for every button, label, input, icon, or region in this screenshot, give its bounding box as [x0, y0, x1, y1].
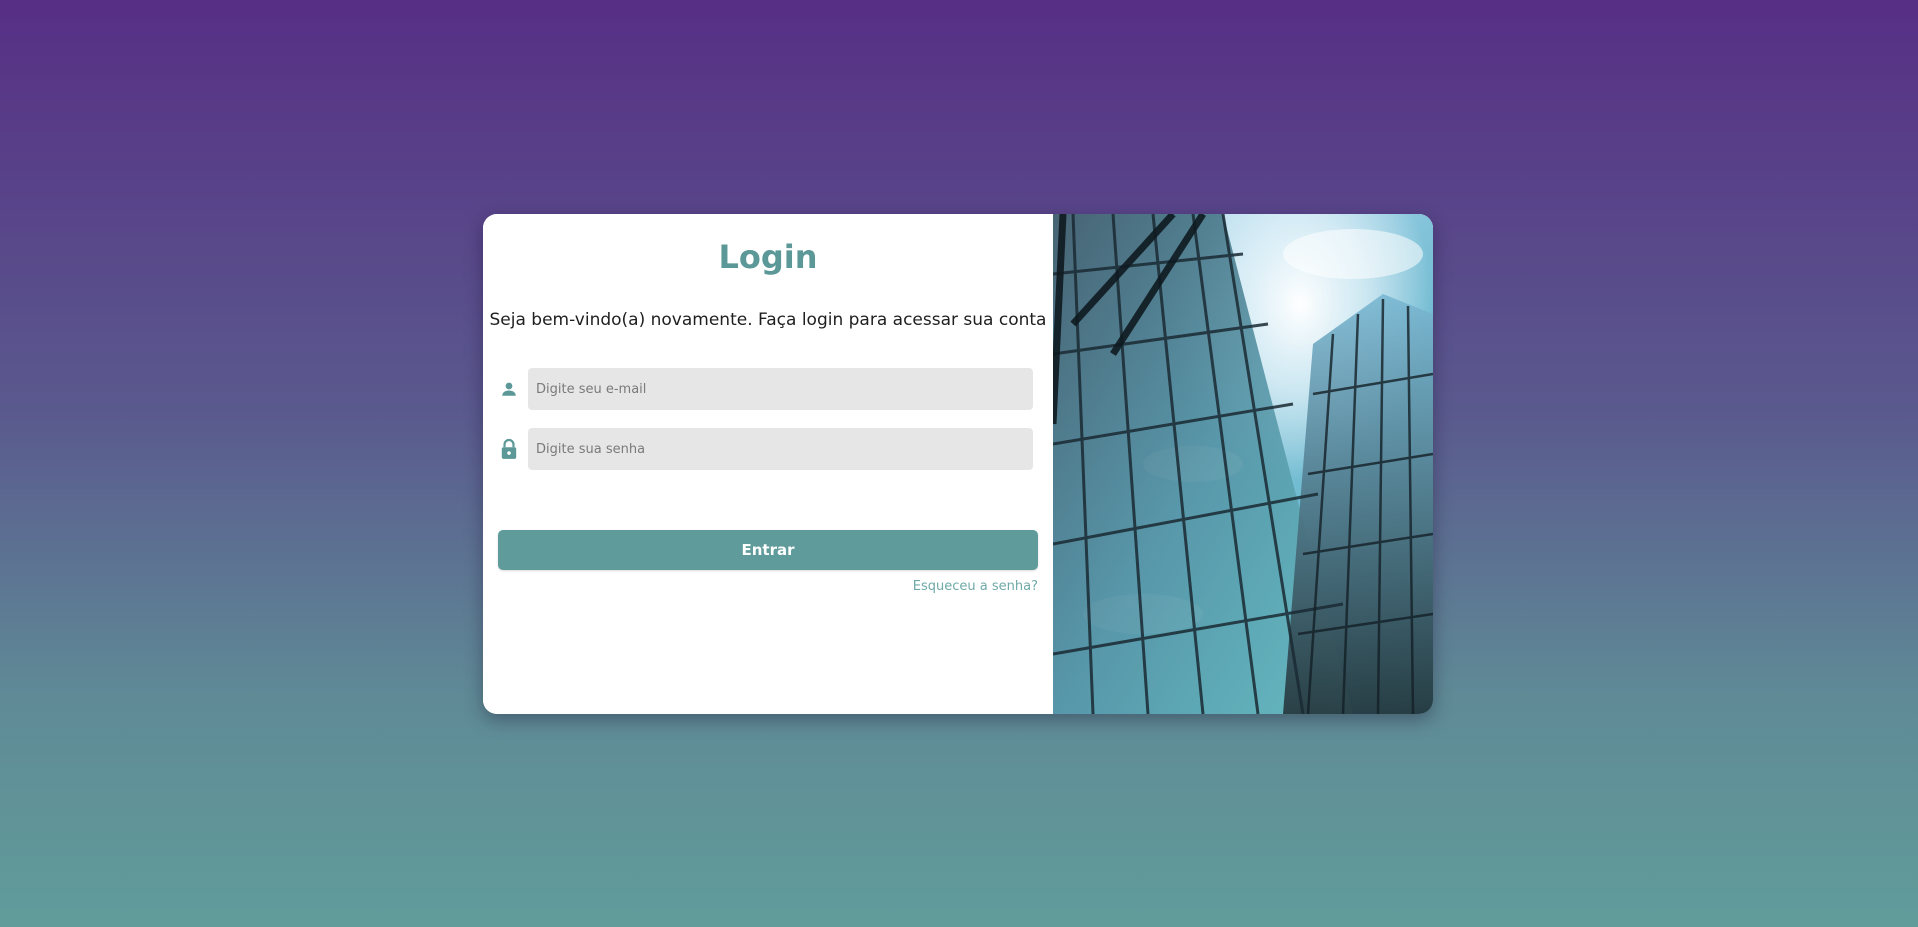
- email-field-row: [497, 368, 1033, 410]
- login-submit-button[interactable]: Entrar: [498, 530, 1038, 570]
- login-form-panel: Login Seja bem-vindo(a) novamente. Faça …: [483, 214, 1053, 714]
- lock-icon: [497, 437, 521, 461]
- welcome-message: Seja bem-vindo(a) novamente. Faça login …: [489, 310, 1047, 330]
- password-input[interactable]: [528, 428, 1033, 470]
- user-icon: [497, 377, 521, 401]
- login-card: Login Seja bem-vindo(a) novamente. Faça …: [483, 214, 1433, 714]
- forgot-password-link[interactable]: Esqueceu a senha?: [913, 579, 1038, 594]
- email-input[interactable]: [528, 368, 1033, 410]
- page-title: Login: [718, 238, 818, 276]
- skyscraper-illustration: [1053, 214, 1433, 714]
- hero-image: [1053, 214, 1433, 714]
- password-field-row: [497, 428, 1033, 470]
